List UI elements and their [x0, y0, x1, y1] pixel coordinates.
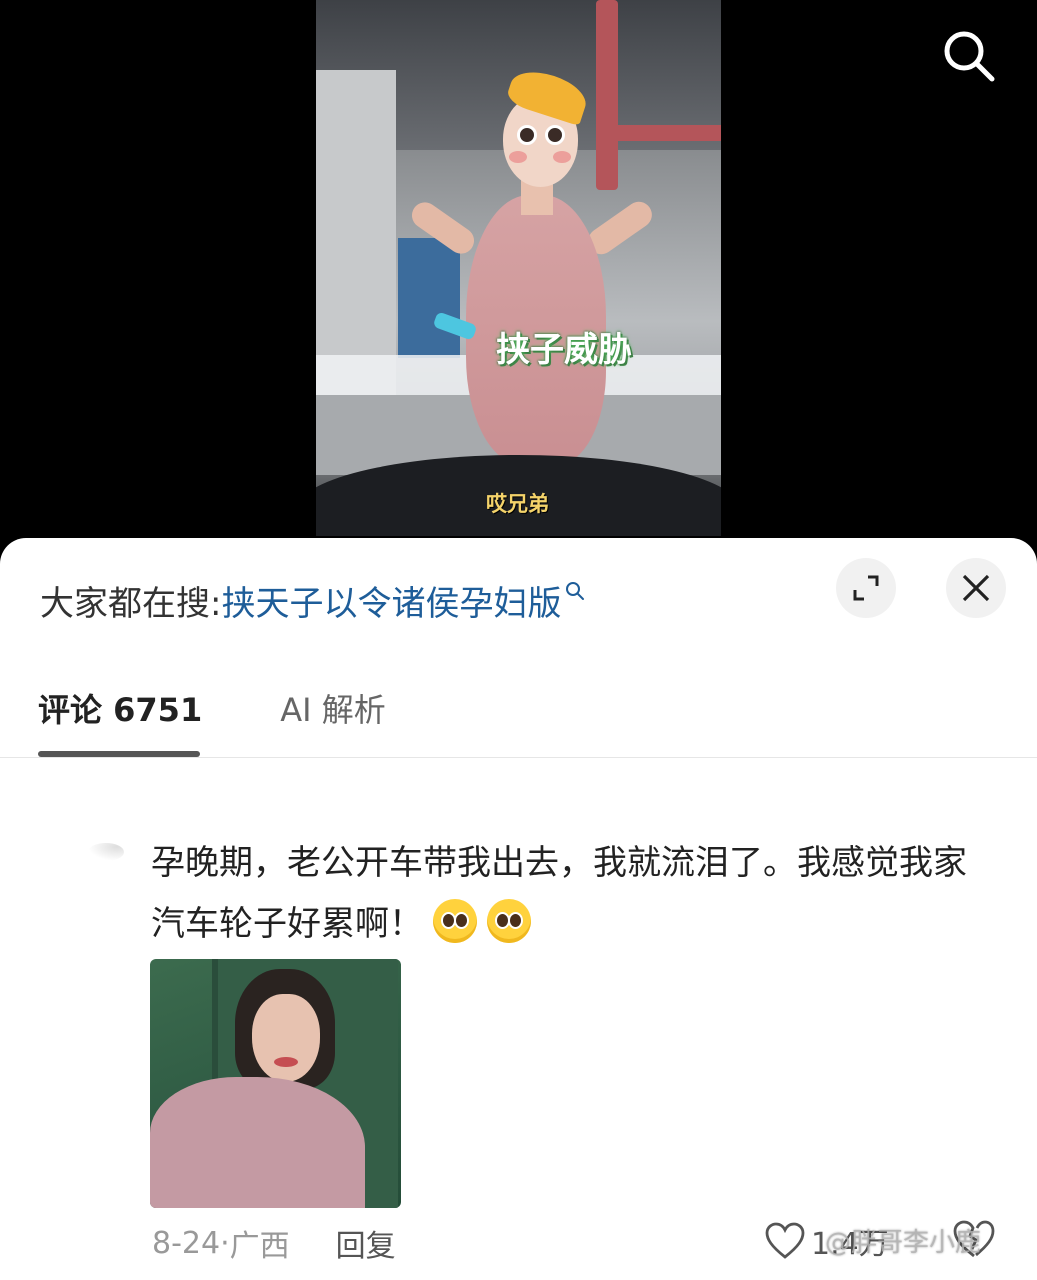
- image-face: [252, 994, 320, 1082]
- tab-comments[interactable]: 评论 6751: [38, 685, 202, 731]
- watermark: @胖哥李小鹿: [825, 1228, 982, 1258]
- person-eye: [545, 125, 565, 145]
- close-button[interactable]: [946, 558, 1006, 618]
- reply-button[interactable]: 回复: [336, 1221, 396, 1265]
- person-eye: [517, 125, 537, 145]
- search-icon: [944, 31, 995, 82]
- video-frame[interactable]: 挟子威胁 哎兄弟: [316, 0, 721, 536]
- comment-image[interactable]: [150, 959, 401, 1208]
- comment-date: 8-24: [152, 1225, 221, 1261]
- search-icon: [566, 582, 585, 600]
- separator-dot: ·: [220, 1225, 230, 1261]
- divider: [0, 757, 1037, 758]
- trending-search-link[interactable]: 挟天子以令诸侯孕妇版: [221, 576, 561, 625]
- avatar[interactable]: [88, 843, 124, 861]
- scene-pipe: [596, 0, 618, 190]
- person-blush: [509, 151, 527, 163]
- scene-pipe: [616, 125, 721, 141]
- comment-meta: 8-24 · 广西 回复: [152, 1221, 396, 1265]
- expand-icon: [853, 575, 879, 601]
- close-icon: [962, 574, 990, 602]
- trending-search-label: 大家都在搜:: [40, 583, 222, 624]
- comment-text: 孕晚期，老公开车带我出去，我就流泪了。我感觉我家汽车轮子好累啊！: [151, 833, 991, 955]
- video-caption-sub: 哎兄弟: [486, 492, 549, 516]
- tab-ai-analysis[interactable]: AI 解析: [280, 685, 386, 731]
- search-button[interactable]: [940, 27, 996, 83]
- comment-sheet: 大家都在搜: 挟天子以令诸侯孕妇版 评论 6751 AI 解析 孕晚期，老公开车…: [0, 538, 1037, 1280]
- scene-door: [398, 238, 460, 358]
- video-player[interactable]: 挟子威胁 哎兄弟: [0, 0, 1037, 560]
- heart-icon: [765, 1222, 805, 1259]
- trending-search-row[interactable]: 大家都在搜: 挟天子以令诸侯孕妇版: [40, 576, 585, 625]
- person-blush: [553, 151, 571, 163]
- video-caption-main: 挟子威胁: [496, 330, 632, 370]
- comment-tabs: 评论 6751 AI 解析: [38, 686, 386, 730]
- expand-button[interactable]: [836, 558, 896, 618]
- pleading-face-emoji-icon: [487, 899, 531, 943]
- comment-body: 孕晚期，老公开车带我出去，我就流泪了。我感觉我家汽车轮子好累啊！: [151, 843, 967, 944]
- pleading-face-emoji-icon: [433, 899, 477, 943]
- comment-location: 广西: [229, 1229, 290, 1264]
- image-lips: [274, 1057, 298, 1067]
- image-shirt: [150, 1077, 365, 1208]
